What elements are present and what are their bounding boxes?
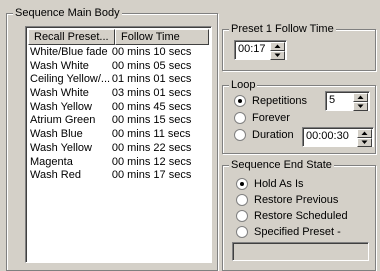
repetitions-spinner [353, 93, 368, 111]
radio-restore-scheduled-label: Restore Scheduled [254, 210, 348, 222]
cell-follow-time: 00 mins 12 secs [111, 155, 192, 168]
table-row[interactable]: Magenta 00 mins 12 secs [30, 156, 207, 170]
specified-preset-field[interactable] [232, 242, 369, 261]
spin-down-button[interactable] [270, 51, 285, 60]
repetitions-field[interactable]: 5 [325, 91, 370, 111]
cell-preset: White/Blue fade [30, 46, 108, 58]
arrow-up-icon [357, 95, 364, 99]
cell-follow-time: 00 mins 22 secs [111, 141, 192, 154]
duration-field[interactable]: 00:00:30 [302, 127, 374, 147]
table-row[interactable]: White/Blue fade 00 mins 10 secs [30, 46, 207, 60]
cell-follow-time: 00 mins 45 secs [111, 100, 192, 113]
arrow-up-icon [274, 44, 281, 48]
arrow-down-icon [274, 53, 281, 57]
radio-restore-scheduled[interactable]: Restore Scheduled [236, 208, 348, 224]
cell-follow-time: 00 mins 05 secs [111, 59, 192, 72]
radio-hold-as-is[interactable]: Hold As Is [236, 176, 304, 192]
radio-duration[interactable]: Duration [234, 127, 294, 143]
cell-preset: Ceiling Yellow/... [30, 73, 111, 86]
radio-duration-label: Duration [252, 129, 294, 141]
sequence-main-body-title: Sequence Main Body [13, 6, 122, 20]
cell-follow-time: 00 mins 10 secs [111, 46, 192, 58]
duration-spinner [357, 129, 372, 147]
radio-specified-preset-label: Specified Preset - [254, 226, 341, 238]
radio-unselected-icon [236, 226, 248, 238]
arrow-up-icon [361, 131, 368, 135]
cell-follow-time: 00 mins 15 secs [111, 114, 192, 127]
table-row[interactable]: Wash Red 00 mins 17 secs [30, 169, 207, 183]
radio-forever-label: Forever [252, 112, 290, 124]
radio-unselected-icon [234, 112, 246, 124]
radio-restore-previous-label: Restore Previous [254, 194, 339, 206]
table-row[interactable]: Atrium Green 00 mins 15 secs [30, 114, 207, 128]
radio-repetitions-label: Repetitions [252, 95, 308, 107]
table-row[interactable]: Wash White 00 mins 05 secs [30, 60, 207, 74]
radio-forever[interactable]: Forever [234, 110, 290, 126]
repetitions-value: 5 [329, 94, 336, 106]
radio-hold-as-is-label: Hold As Is [254, 178, 304, 190]
column-header-follow-time[interactable]: Follow Time [115, 29, 209, 45]
follow-time-field[interactable]: 00:17 [234, 40, 287, 60]
cell-preset: Wash Red [30, 169, 81, 182]
radio-selected-icon [236, 178, 248, 190]
end-state-title: Sequence End State [229, 158, 334, 172]
radio-restore-previous[interactable]: Restore Previous [236, 192, 338, 208]
spin-up-button[interactable] [357, 129, 372, 138]
follow-time-value: 00:17 [238, 43, 266, 55]
radio-unselected-icon [236, 194, 248, 206]
cell-preset: Wash Yellow [30, 141, 92, 154]
cell-preset: Atrium Green [30, 114, 96, 127]
cell-follow-time: 03 mins 01 secs [111, 87, 192, 100]
list-header: Recall Preset... Follow Time [28, 29, 209, 45]
cell-preset: Wash White [30, 59, 89, 72]
cell-preset: Magenta [30, 155, 73, 168]
cell-preset: Wash Blue [30, 128, 83, 141]
spin-down-button[interactable] [357, 138, 372, 147]
cell-follow-time: 01 mins 01 secs [111, 73, 192, 86]
radio-unselected-icon [234, 129, 246, 141]
arrow-down-icon [357, 104, 364, 108]
follow-time-spinner [270, 42, 285, 60]
radio-selected-icon [234, 95, 246, 107]
column-header-recall-preset[interactable]: Recall Preset... [28, 29, 116, 45]
cell-preset: Wash White [30, 87, 89, 100]
loop-title: Loop [229, 78, 258, 92]
duration-value: 00:00:30 [306, 130, 349, 142]
radio-unselected-icon [236, 210, 248, 222]
arrow-down-icon [361, 140, 368, 144]
table-row[interactable]: Wash Yellow 00 mins 45 secs [30, 101, 207, 115]
cell-follow-time: 00 mins 11 secs [111, 128, 191, 141]
spin-up-button[interactable] [270, 42, 285, 51]
sequence-list[interactable]: Recall Preset... Follow Time White/Blue … [25, 26, 212, 263]
follow-time-title: Preset 1 Follow Time [229, 22, 336, 36]
radio-repetitions[interactable]: Repetitions [234, 93, 307, 109]
table-row[interactable]: Ceiling Yellow/... 01 mins 01 secs [30, 73, 207, 87]
table-row[interactable]: Wash White 03 mins 01 secs [30, 87, 207, 101]
table-row[interactable]: Wash Yellow 00 mins 22 secs [30, 142, 207, 156]
spin-down-button[interactable] [353, 102, 368, 111]
table-row[interactable]: Wash Blue 00 mins 11 secs [30, 128, 207, 142]
cell-preset: Wash Yellow [30, 100, 92, 113]
radio-specified-preset[interactable]: Specified Preset - [236, 224, 341, 240]
spin-up-button[interactable] [353, 93, 368, 102]
list-rows: White/Blue fade 00 mins 10 secs Wash White… [30, 46, 207, 183]
cell-follow-time: 00 mins 17 secs [111, 169, 192, 182]
